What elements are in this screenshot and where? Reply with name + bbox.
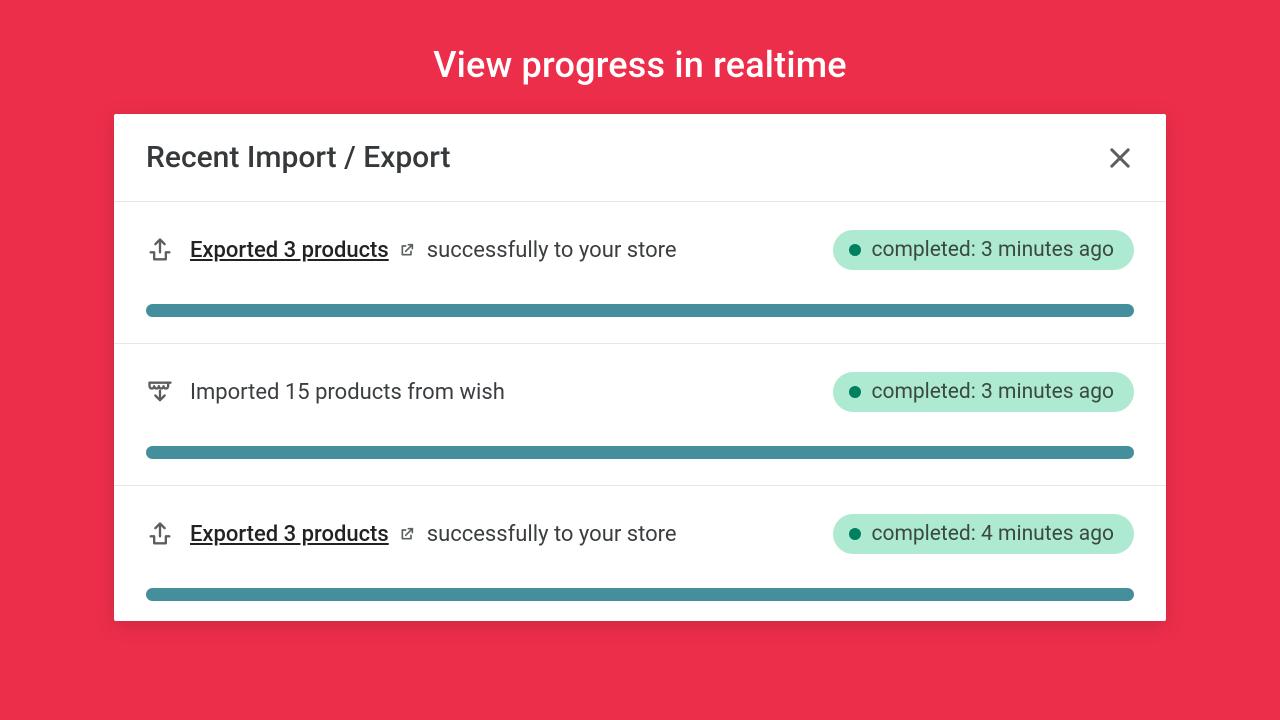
activity-text: Imported 15 products from wish [190,380,817,405]
activity-item-row: Exported 3 products successfully to your… [146,230,1134,270]
progress-bar [146,446,1134,459]
activity-text: Exported 3 products successfully to your… [190,522,817,547]
close-icon [1106,144,1134,172]
exported-products-link[interactable]: Exported 3 products [190,522,415,547]
external-link-icon [399,526,415,542]
status-badge: completed: 4 minutes ago [833,514,1134,554]
link-label: Exported 3 products [190,522,389,547]
progress-bar [146,588,1134,601]
status-dot-icon [849,244,861,256]
export-icon [146,520,174,548]
exported-products-link[interactable]: Exported 3 products [190,238,415,263]
activity-suffix: successfully to your store [427,522,677,547]
activity-item: Exported 3 products successfully to your… [114,202,1166,344]
status-label: completed: 3 minutes ago [871,238,1114,262]
external-link-icon [399,242,415,258]
activity-item-row: Exported 3 products successfully to your… [146,514,1134,554]
export-icon [146,236,174,264]
progress-bar [146,304,1134,317]
activity-text: Exported 3 products successfully to your… [190,238,817,263]
status-badge: completed: 3 minutes ago [833,230,1134,270]
activity-item: Imported 15 products from wish completed… [114,344,1166,486]
status-dot-icon [849,528,861,540]
status-label: completed: 4 minutes ago [871,522,1114,546]
activity-plain-text: Imported 15 products from wish [190,380,505,405]
panel-title: Recent Import / Export [146,140,451,175]
close-button[interactable] [1106,144,1134,172]
link-label: Exported 3 products [190,238,389,263]
recent-import-export-panel: Recent Import / Export Exporte [114,114,1166,621]
panel-header: Recent Import / Export [114,114,1166,202]
store-import-icon [146,378,174,406]
status-badge: completed: 3 minutes ago [833,372,1134,412]
activity-suffix: successfully to your store [427,238,677,263]
page-title: View progress in realtime [0,0,1280,114]
status-dot-icon [849,386,861,398]
status-label: completed: 3 minutes ago [871,380,1114,404]
activity-item: Exported 3 products successfully to your… [114,486,1166,621]
activity-item-row: Imported 15 products from wish completed… [146,372,1134,412]
